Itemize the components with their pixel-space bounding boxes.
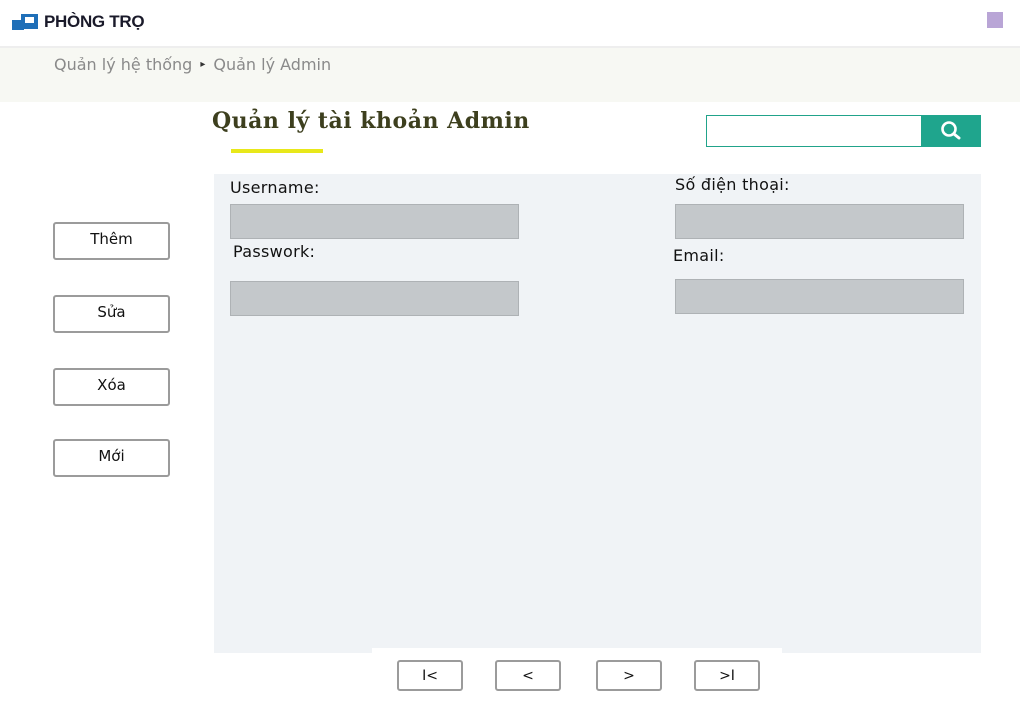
phone-label: Số điện thoại:	[675, 175, 790, 194]
brand-name: PHÒNG TRỌ	[44, 12, 145, 31]
password-field[interactable]	[230, 281, 519, 316]
breadcrumb-item-system[interactable]: Quản lý hệ thống	[54, 55, 192, 74]
edit-button[interactable]: Sửa	[53, 295, 170, 333]
new-button[interactable]: Mới	[53, 439, 170, 477]
email-label: Email:	[673, 246, 725, 265]
breadcrumb-bar: Quản lý hệ thống ▸ Quản lý Admin	[0, 46, 1020, 102]
breadcrumb: Quản lý hệ thống ▸ Quản lý Admin	[54, 55, 331, 74]
page-title: Quản lý tài khoản Admin	[212, 108, 530, 134]
form-panel: Username: Passwork: Số điện thoại: Email…	[214, 174, 981, 653]
prev-page-button[interactable]: <	[495, 660, 561, 691]
username-field[interactable]	[230, 204, 519, 239]
search-button[interactable]	[922, 115, 981, 147]
top-bar: PHÒNG TRỌ	[0, 0, 1020, 46]
last-page-button[interactable]: >I	[694, 660, 760, 691]
search-box	[706, 115, 981, 147]
password-label: Passwork:	[233, 242, 316, 261]
first-page-button[interactable]: I<	[397, 660, 463, 691]
email-field[interactable]	[675, 279, 964, 314]
delete-button[interactable]: Xóa	[53, 368, 170, 406]
title-underline	[231, 149, 323, 153]
username-label: Username:	[230, 178, 320, 197]
next-page-button[interactable]: >	[596, 660, 662, 691]
search-icon	[941, 121, 961, 140]
add-button[interactable]: Thêm	[53, 222, 170, 260]
phone-field[interactable]	[675, 204, 964, 239]
brand-logo[interactable]: PHÒNG TRỌ	[12, 12, 145, 32]
breadcrumb-separator-icon: ▸	[200, 59, 206, 70]
breadcrumb-item-admin[interactable]: Quản lý Admin	[213, 55, 331, 74]
corner-square-icon	[987, 12, 1003, 28]
logo-icon	[12, 12, 39, 32]
search-input[interactable]	[706, 115, 922, 147]
